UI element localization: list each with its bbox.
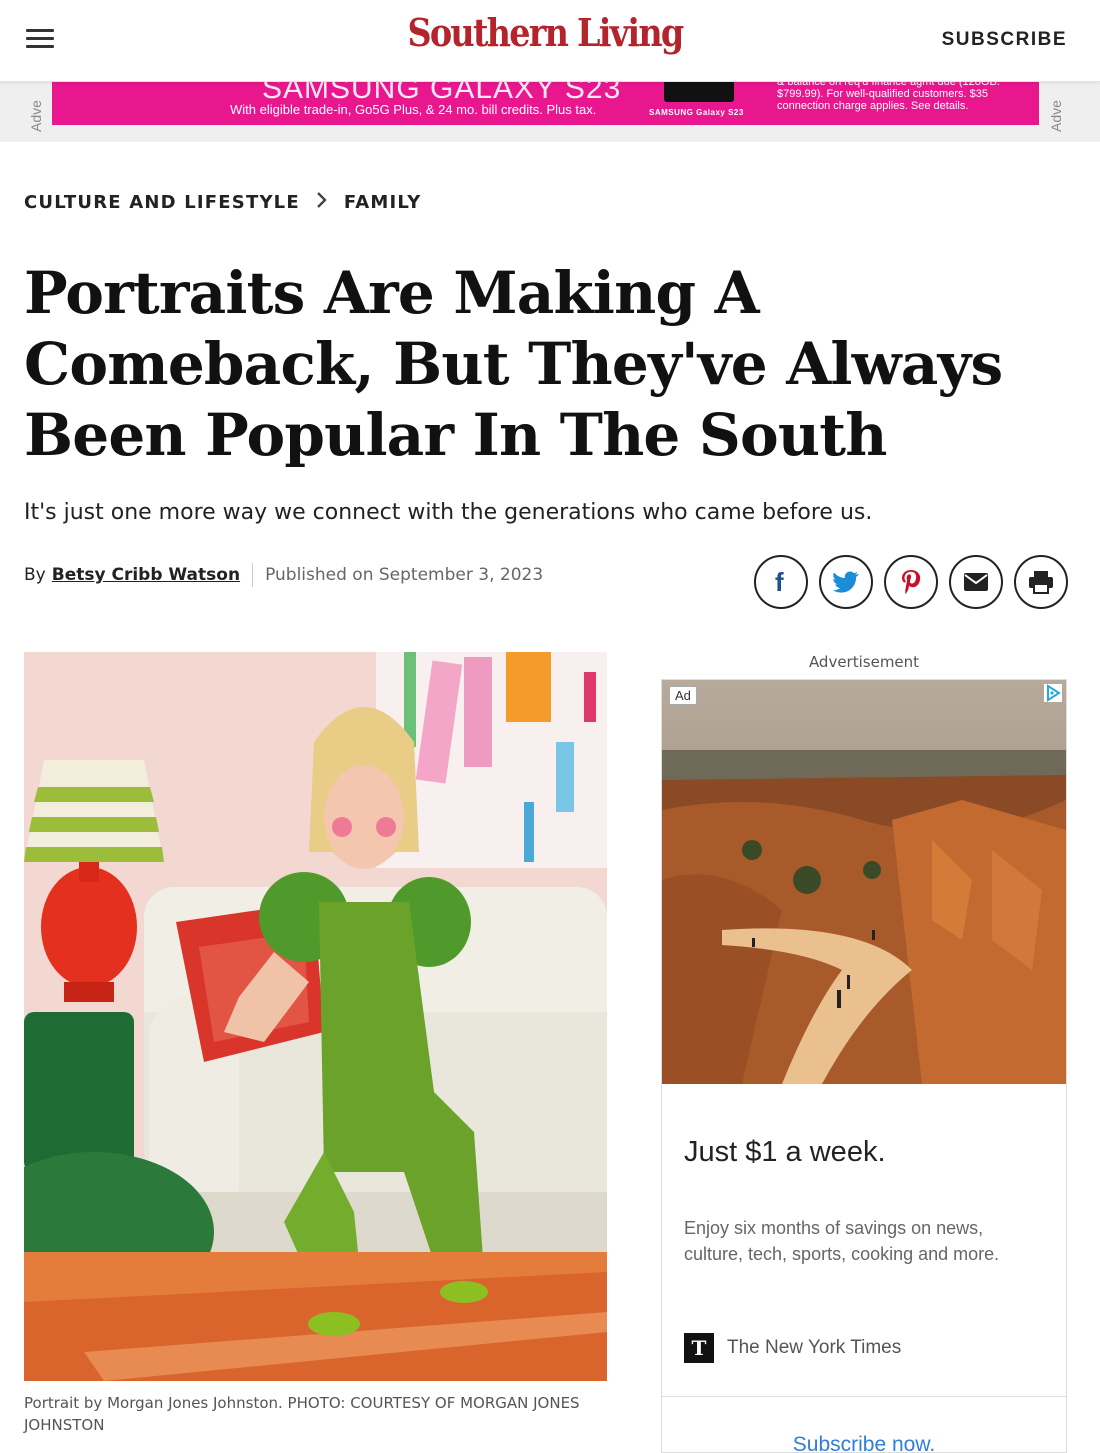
adchoices-icon[interactable] [1044, 684, 1062, 702]
ad-headline: Just $1 a week. [684, 1136, 886, 1168]
breadcrumb-family[interactable]: FAMILY [344, 192, 422, 213]
chevron-right-icon [316, 190, 328, 215]
publish-date: Published on September 3, 2023 [265, 565, 544, 585]
facebook-share-button[interactable]: f [754, 555, 808, 609]
article-dek: It's just one more way we connect with t… [24, 500, 873, 525]
twitter-share-button[interactable] [819, 555, 873, 609]
twitter-icon [833, 571, 859, 593]
pinterest-icon [902, 570, 921, 594]
ad-brand-name: The New York Times [727, 1337, 902, 1358]
site-header: Southern Living SUBSCRIBE [0, 0, 1100, 82]
breadcrumb: CULTURE AND LIFESTYLE FAMILY [24, 190, 422, 215]
advertisement-label: Advertisement [808, 653, 920, 671]
site-logo[interactable]: Southern Living [65, 10, 1024, 55]
email-share-button[interactable] [949, 555, 1003, 609]
byline: By Betsy Cribb Watson Published on Septe… [24, 563, 543, 587]
share-bar: f [754, 555, 1068, 609]
ad-brand[interactable]: T The New York Times [684, 1333, 901, 1363]
top-banner-ad[interactable]: SAMSUNG GALAXY S23 With eligible trade-i… [52, 82, 1039, 125]
facebook-icon: f [775, 569, 784, 595]
ad-subscribe-link[interactable]: Subscribe now. [662, 1433, 1066, 1452]
email-icon [964, 573, 988, 591]
byline-prefix: By [24, 565, 46, 585]
banner-ad-subtitle: With eligible trade-in, Go5G Plus, & 24 … [230, 102, 597, 117]
side-advertisement[interactable]: Ad Just $1 a week. Enjoy six months of s… [661, 679, 1067, 1453]
ad-side-label-left: Adve [28, 100, 44, 132]
svg-text:f: f [775, 569, 784, 595]
portrait-painting [24, 652, 607, 1381]
print-share-button[interactable] [1014, 555, 1068, 609]
article-hero-image [24, 652, 607, 1381]
ad-divider [662, 1396, 1066, 1397]
ad-photo-canyon[interactable]: Ad [662, 680, 1066, 1084]
banner-phone-label: SAMSUNG Galaxy S23 [649, 108, 744, 117]
byline-divider [252, 563, 254, 587]
pinterest-share-button[interactable] [884, 555, 938, 609]
author-link[interactable]: Betsy Cribb Watson [52, 565, 240, 585]
ad-body-text: Enjoy six months of savings on news, cul… [684, 1218, 1000, 1264]
phone-image [664, 82, 734, 102]
ad-side-label-right: Adve [1048, 100, 1064, 132]
print-icon [1029, 571, 1053, 594]
banner-ad-fine-print: & balance on req'd finance agmt due (128… [777, 82, 1000, 112]
breadcrumb-culture-lifestyle[interactable]: CULTURE AND LIFESTYLE [24, 192, 300, 213]
article-headline: Portraits Are Making A Comeback, But The… [24, 259, 1003, 469]
subscribe-button[interactable]: SUBSCRIBE [942, 29, 1067, 51]
top-ad-strip: Adve SAMSUNG GALAXY S23 With eligible tr… [0, 82, 1100, 142]
image-caption: Portrait by Morgan Jones Johnston. PHOTO… [24, 1394, 580, 1434]
nyt-logo-icon: T [684, 1333, 714, 1363]
menu-icon[interactable] [26, 29, 54, 51]
ad-badge: Ad [669, 686, 697, 705]
